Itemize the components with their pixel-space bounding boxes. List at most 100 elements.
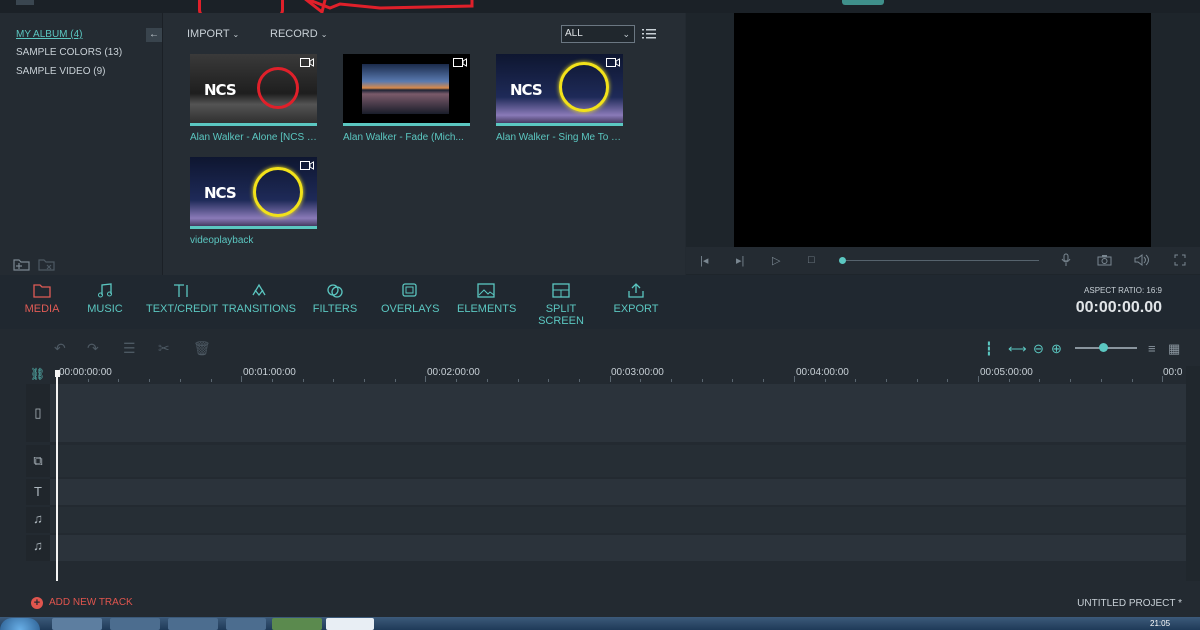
add-new-track-button[interactable]: ADD NEW TRACK: [49, 597, 133, 608]
timeline-scrollbar[interactable]: [1186, 366, 1200, 581]
tab-export[interactable]: EXPORT: [613, 283, 659, 315]
microphone-icon[interactable]: [1061, 253, 1071, 267]
tab-music-label: MUSIC: [87, 303, 123, 315]
taskbar-chrome[interactable]: [168, 618, 218, 630]
highlighted-top-button[interactable]: [842, 0, 884, 5]
ruler-label: 00:04:00:00: [796, 367, 849, 378]
tab-overlays-label: OVERLAYS: [381, 303, 440, 315]
media-caption: Alan Walker - Fade (Mich...: [343, 132, 464, 143]
video-track[interactable]: [50, 384, 1186, 442]
taskbar-explorer[interactable]: [52, 618, 102, 630]
ruler-tick: [978, 376, 979, 382]
overlay-track-icon: ⧉: [33, 453, 43, 468]
volume-icon[interactable]: [1134, 254, 1150, 266]
chevron-down-icon: ⌄: [320, 30, 328, 39]
media-thumbnail[interactable]: NCS: [190, 157, 317, 229]
tab-split-screen[interactable]: SPLIT SCREEN: [525, 283, 597, 327]
tab-text-credit-label: TEXT/CREDIT: [146, 303, 219, 315]
redo-icon[interactable]: ↷: [87, 340, 99, 357]
ncs-logo: NCS: [204, 81, 237, 99]
progress-track[interactable]: [843, 260, 1039, 261]
fit-timeline-icon[interactable]: ⟷: [1008, 341, 1027, 357]
ruler-tick: [456, 379, 458, 382]
ruler-label: 00:02:00:00: [427, 367, 480, 378]
ncs-logo: NCS: [510, 81, 543, 99]
overlay-track[interactable]: [50, 445, 1186, 477]
tab-export-label: EXPORT: [613, 303, 659, 315]
ruler-label: 00:01:00:00: [243, 367, 296, 378]
add-track-icon[interactable]: +: [31, 597, 43, 609]
record-button[interactable]: RECORD ⌄: [270, 28, 327, 40]
taskbar-app[interactable]: [110, 618, 160, 630]
media-thumbnail[interactable]: NCS: [190, 54, 317, 126]
list-view-icon[interactable]: ≡: [1148, 341, 1156, 356]
media-thumbnail[interactable]: NCS: [496, 54, 623, 126]
ruler-tick: [640, 379, 642, 382]
ruler-tick: [517, 379, 519, 382]
ruler-tick: [885, 379, 887, 382]
progress-handle[interactable]: [839, 257, 846, 264]
thumbnail-bar: [496, 123, 623, 126]
tab-text-credit[interactable]: TEXT/CREDIT: [146, 283, 219, 315]
play-icon[interactable]: ▷: [772, 254, 780, 267]
media-thumbnail[interactable]: [343, 54, 470, 126]
ruler-tick: [1008, 379, 1010, 382]
ruler-tick: [1100, 379, 1102, 382]
link-icon[interactable]: ⛓: [30, 367, 45, 381]
album-item-sample-video[interactable]: SAMPLE VIDEO (9): [16, 66, 105, 77]
step-forward-icon[interactable]: ▸|: [736, 254, 744, 267]
ruler-tick: [394, 379, 396, 382]
album-item-sample-colors[interactable]: SAMPLE COLORS (13): [16, 47, 122, 58]
tab-transitions[interactable]: TRANSITIONS: [222, 283, 296, 315]
ruler-tick: [855, 379, 857, 382]
text-track[interactable]: [50, 479, 1186, 505]
import-button[interactable]: IMPORT ⌄: [187, 28, 239, 40]
playhead[interactable]: [56, 373, 58, 581]
grid-view-icon[interactable]: ▦: [1168, 341, 1180, 357]
taskbar-chrome[interactable]: [272, 618, 322, 630]
trash-icon[interactable]: 🗑: [193, 340, 211, 357]
undo-icon[interactable]: ↶: [54, 340, 66, 357]
ruler-tick: [179, 379, 181, 382]
list-view-icon[interactable]: [642, 28, 656, 40]
album-item-my-album[interactable]: MY ALBUM (4): [16, 29, 83, 40]
audio-mixer-icon[interactable]: ┇: [985, 341, 993, 357]
ruler-tick: [486, 379, 488, 382]
tab-overlays[interactable]: OVERLAYS: [381, 283, 440, 315]
tab-media[interactable]: MEDIA: [22, 283, 62, 315]
music-track[interactable]: [50, 535, 1186, 561]
media-caption: videoplayback: [190, 235, 254, 246]
music-note-icon: [98, 283, 112, 298]
ruler-tick: [609, 376, 611, 382]
ruler-tick: [578, 379, 580, 382]
stop-icon[interactable]: □: [808, 254, 815, 266]
taskbar-app[interactable]: [226, 618, 266, 630]
ruler-tick: [824, 379, 826, 382]
menu-button[interactable]: [16, 0, 34, 5]
tab-music[interactable]: MUSIC: [85, 283, 125, 315]
ruler-tick: [210, 379, 212, 382]
tab-filters-label: FILTERS: [312, 303, 358, 315]
start-button[interactable]: [0, 618, 40, 630]
taskbar-filmora[interactable]: [326, 618, 374, 630]
music-track[interactable]: [50, 507, 1186, 533]
remove-folder-icon[interactable]: [38, 257, 56, 272]
tab-elements[interactable]: ELEMENTS: [457, 283, 516, 315]
zoom-handle[interactable]: [1099, 343, 1108, 352]
split-screen-icon: [552, 283, 570, 298]
yellow-circle: [559, 62, 609, 112]
playhead-handle[interactable]: [55, 370, 60, 377]
empty-track-area: [50, 561, 1186, 581]
arrow-left-icon[interactable]: ←: [146, 28, 162, 42]
camera-snapshot-icon[interactable]: [1097, 254, 1112, 266]
zoom-in-icon[interactable]: ⊕: [1051, 341, 1062, 357]
add-folder-icon[interactable]: [13, 257, 31, 272]
thumbnail-bar: [190, 226, 317, 229]
tab-filters[interactable]: FILTERS: [312, 283, 358, 315]
filter-select[interactable]: ALL ⌄: [561, 25, 635, 43]
fullscreen-icon[interactable]: [1174, 254, 1186, 266]
adjust-icon[interactable]: ☰: [123, 340, 136, 357]
cut-icon[interactable]: ✂: [158, 340, 170, 357]
zoom-out-icon[interactable]: ⊖: [1033, 341, 1044, 357]
skip-back-icon[interactable]: |◂: [700, 254, 708, 267]
